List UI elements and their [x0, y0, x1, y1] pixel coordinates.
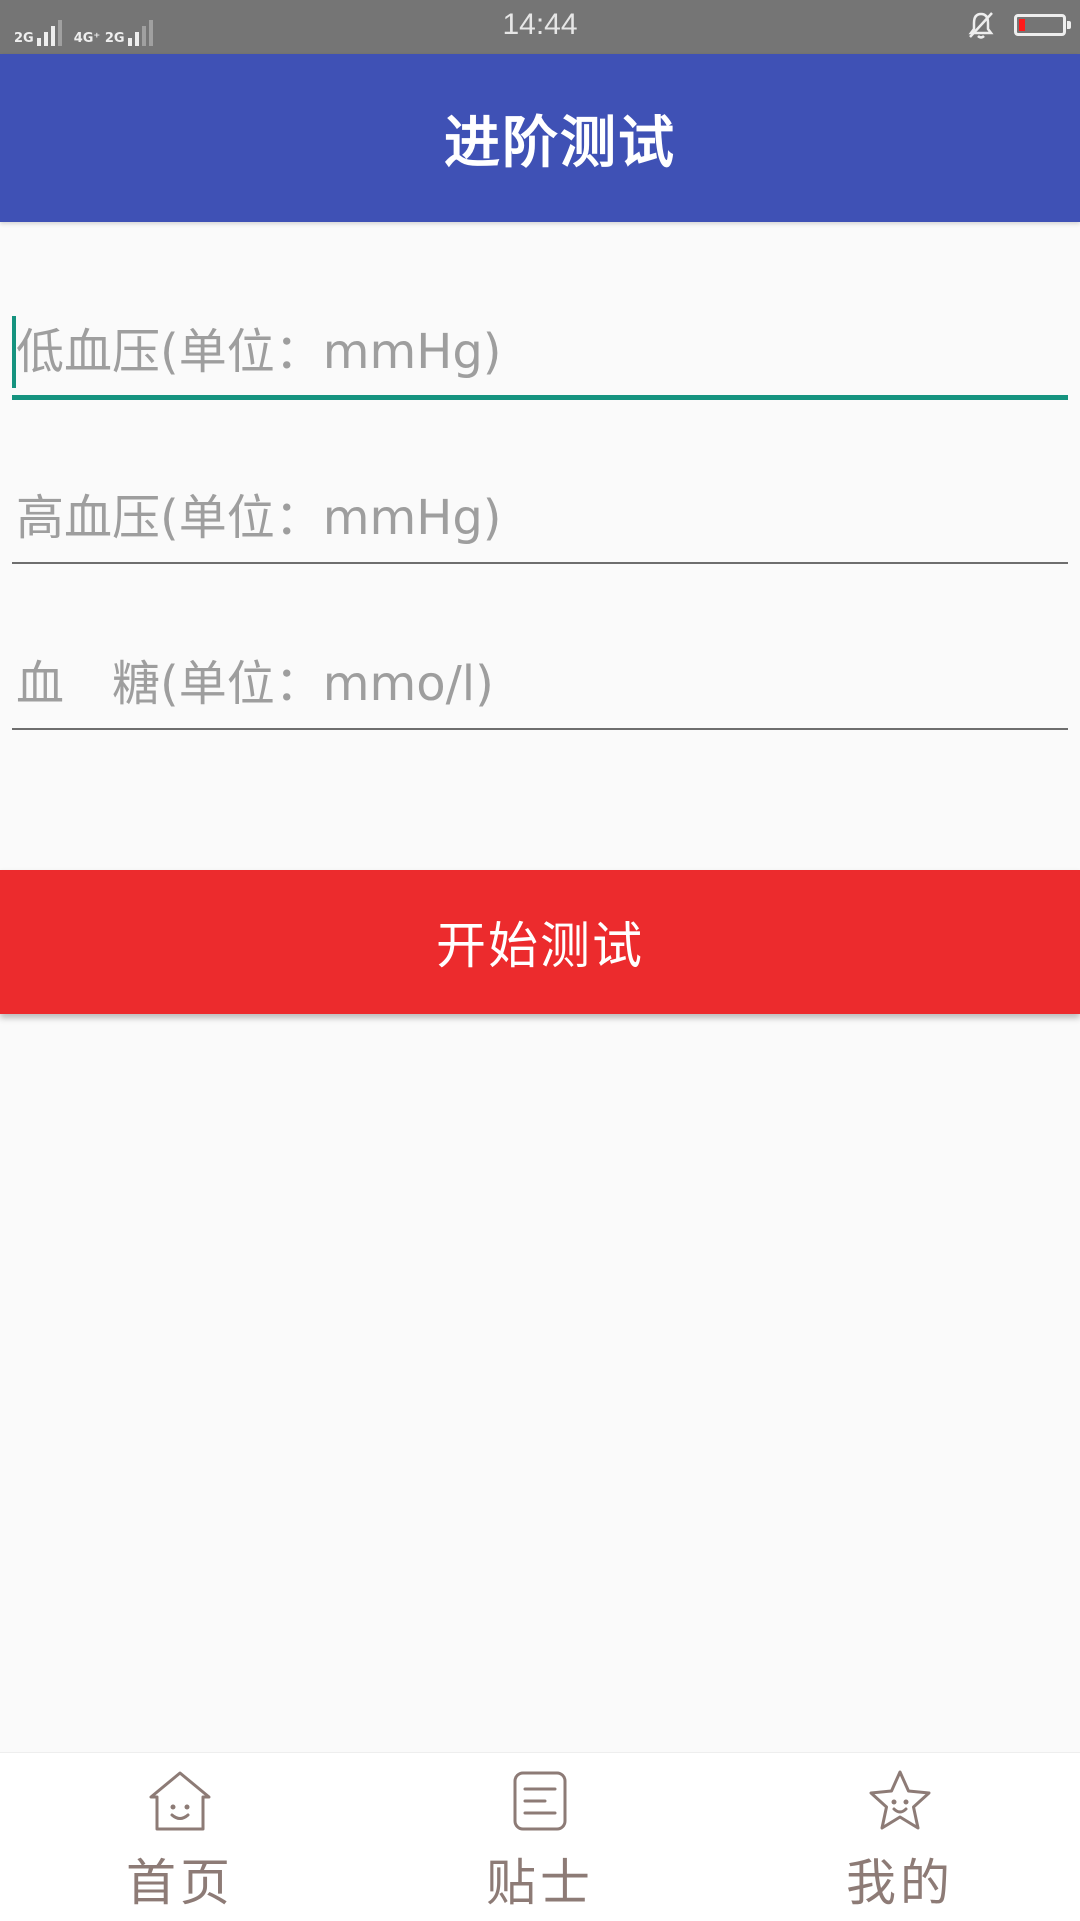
field-underline — [12, 728, 1068, 730]
nav-label-home: 首页 — [126, 1854, 234, 1912]
high-blood-pressure-input[interactable] — [12, 478, 1068, 558]
page-title: 进阶测试 — [444, 110, 676, 176]
home-smile-icon — [149, 1771, 211, 1831]
low-blood-pressure-field[interactable] — [12, 312, 1068, 400]
battery-icon — [1014, 14, 1071, 36]
low-blood-pressure-input[interactable] — [12, 312, 1068, 392]
field-underline — [12, 562, 1068, 564]
status-right-icons — [966, 10, 1071, 40]
field-underline — [12, 395, 1068, 400]
nav-label-tips: 贴士 — [486, 1854, 594, 1912]
notification-muted-icon — [968, 12, 994, 39]
bottom-navigation: 首页 贴士 我的 — [0, 1752, 1080, 1921]
blood-glucose-field[interactable] — [12, 644, 1068, 730]
status-bar: 2G 4G⁺ 2G 14:44 — [0, 0, 1080, 54]
text-cursor — [12, 316, 16, 388]
blood-glucose-input[interactable] — [12, 644, 1068, 724]
nav-item-mine[interactable]: 我的 — [720, 1753, 1080, 1921]
app-bar: 进阶测试 — [0, 54, 1080, 222]
star-smile-icon — [869, 1770, 931, 1830]
battery-level — [1019, 19, 1025, 31]
document-icon — [513, 1771, 567, 1831]
status-time: 14:44 — [502, 8, 578, 41]
nav-item-tips[interactable]: 贴士 — [360, 1753, 720, 1921]
nav-label-mine: 我的 — [846, 1854, 954, 1912]
nav-item-home[interactable]: 首页 — [0, 1753, 360, 1921]
high-blood-pressure-field[interactable] — [12, 478, 1068, 564]
start-test-button[interactable]: 开始测试 — [0, 870, 1080, 1014]
